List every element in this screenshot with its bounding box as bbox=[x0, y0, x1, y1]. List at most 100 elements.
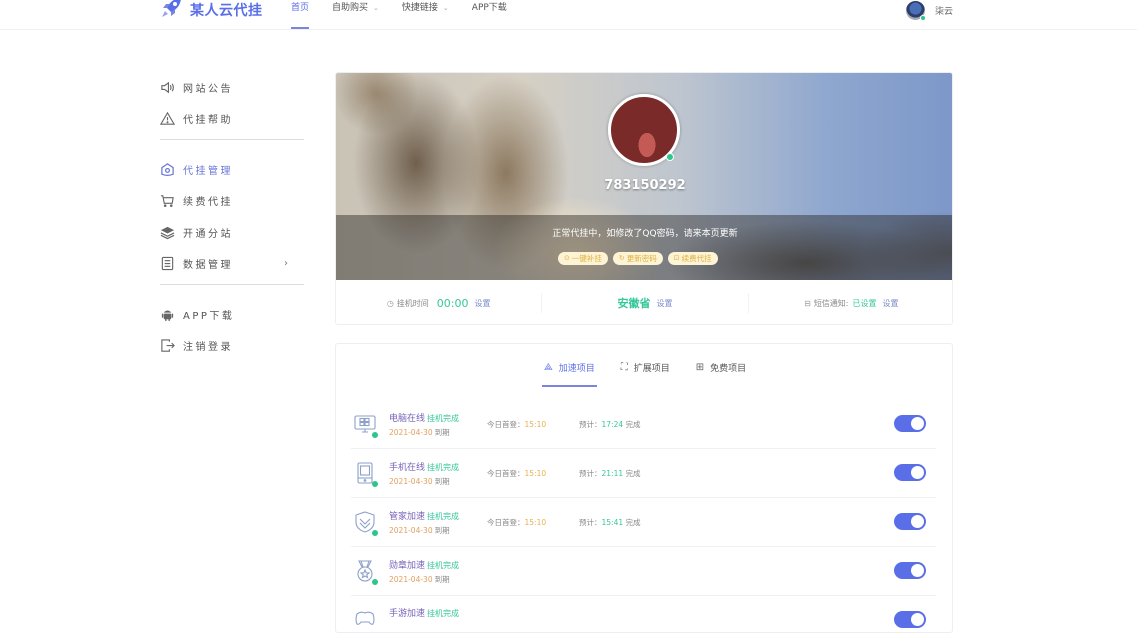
tab-extension[interactable]: ⛶ 扩展项目 bbox=[619, 344, 672, 390]
status-dot bbox=[372, 579, 378, 585]
hang-time-set-link[interactable]: 设置 bbox=[475, 298, 491, 309]
project-expiry: 2021-04-30 到期 bbox=[389, 476, 487, 487]
chevron-down-icon: ⌄ bbox=[373, 4, 379, 12]
project-list: 电脑在线 挂机完成 2021-04-30 到期 今日首登：15:10 预计：17:2… bbox=[351, 400, 936, 632]
expand-icon: ⛶ bbox=[620, 361, 628, 373]
project-row: 电脑在线 挂机完成 2021-04-30 到期 今日首登：15:10 预计：17:2… bbox=[351, 400, 936, 449]
sms-value: 已设置 bbox=[852, 298, 877, 308]
project-tabs: ⟁ 加速项目 ⛶ 扩展项目 ⊞ 免费项目 bbox=[336, 344, 952, 390]
project-status: 挂机完成 bbox=[427, 609, 460, 618]
message-icon: ⊟ bbox=[804, 298, 811, 308]
tab-free[interactable]: ⊞ 免费项目 bbox=[694, 344, 748, 390]
sidebar-item-renew[interactable]: 续费代挂 bbox=[160, 190, 304, 212]
update-password-button[interactable]: ↻ 更新密码 bbox=[612, 252, 663, 265]
project-row: 手机在线 挂机完成 2021-04-30 到期 今日首登：15:10 预计：21:1… bbox=[351, 449, 936, 498]
project-toggle[interactable] bbox=[894, 562, 926, 579]
expiry-date: 2021-04-30 bbox=[389, 525, 433, 535]
refresh-icon: ↻ bbox=[618, 254, 625, 262]
project-name: 手机在线 bbox=[389, 462, 426, 473]
expiry-suffix: 到期 bbox=[434, 525, 450, 535]
eta-time: 21:11 bbox=[601, 468, 624, 478]
sidebar-divider bbox=[160, 284, 304, 285]
sidebar: 网站公告 代挂帮助 代挂管理 续费代挂 开通分站 数据管理 › APP下载 注销… bbox=[160, 76, 304, 366]
eta: 预计：21:11 完成 bbox=[579, 468, 641, 479]
speaker-icon bbox=[160, 80, 175, 95]
nav-app-download[interactable]: APP下载 bbox=[472, 0, 507, 30]
eta-time: 15:41 bbox=[601, 517, 624, 527]
first-login-time: 15:10 bbox=[524, 517, 547, 527]
sidebar-item-data[interactable]: 数据管理 › bbox=[160, 253, 304, 275]
medal-icon bbox=[353, 559, 378, 585]
project-status: 挂机完成 bbox=[427, 462, 460, 472]
sidebar-item-label: 开通分站 bbox=[183, 228, 233, 240]
cart-icon bbox=[160, 193, 175, 208]
sidebar-item-label: 代挂管理 bbox=[183, 165, 233, 177]
sidebar-item-help[interactable]: 代挂帮助 bbox=[160, 108, 304, 130]
project-row: 勋章加速 挂机完成 2021-04-30 到期 bbox=[351, 547, 936, 596]
project-toggle[interactable] bbox=[894, 415, 926, 432]
nav-home[interactable]: 首页 bbox=[291, 0, 310, 30]
project-expiry: 2021-04-30 到期 bbox=[389, 427, 487, 438]
project-toggle[interactable] bbox=[894, 464, 926, 481]
nav-quick-links[interactable]: 快捷链接 ⌄ bbox=[402, 0, 449, 30]
first-login: 今日首登：15:10 bbox=[487, 517, 579, 528]
expiry-suffix: 到期 bbox=[434, 476, 450, 486]
chevron-down-icon: ⌄ bbox=[442, 4, 449, 12]
expiry-date: 2021-04-30 bbox=[389, 574, 433, 584]
sidebar-item-announcement[interactable]: 网站公告 bbox=[160, 76, 304, 98]
project-toggle[interactable] bbox=[894, 513, 926, 530]
project-name: 勋章加速 bbox=[389, 560, 426, 571]
first-login-time: 15:10 bbox=[524, 468, 547, 478]
sidebar-item-label: 网站公告 bbox=[183, 83, 233, 95]
toggle-knob bbox=[911, 564, 924, 577]
nav-quick-links-label: 快捷链接 bbox=[401, 3, 438, 13]
user-name[interactable]: 柒云 bbox=[935, 4, 953, 17]
eta-label: 预计： bbox=[579, 419, 602, 429]
profile-banner: 783150292 正常代挂中，如修改了QQ密码，请来本页更新 ⊙ 一键补挂 ↻ 更… bbox=[336, 73, 952, 280]
sidebar-item-substation[interactable]: 开通分站 bbox=[160, 221, 304, 243]
button-label: 续费代挂 bbox=[681, 254, 712, 263]
toggle-knob bbox=[911, 515, 924, 528]
user-avatar[interactable] bbox=[906, 0, 926, 21]
sidebar-item-label: 注销登录 bbox=[183, 342, 233, 353]
expiry-date: 2021-04-30 bbox=[389, 476, 433, 486]
region-set-link[interactable]: 设置 bbox=[656, 298, 672, 309]
banner-actions: ⊙ 一键补挂 ↻ 更新密码 ⊡ 续费代挂 bbox=[558, 252, 723, 265]
logo-text: 某人云代挂 bbox=[190, 3, 263, 19]
eta: 预计：15:41 完成 bbox=[579, 517, 641, 528]
chevron-right-icon: › bbox=[284, 258, 288, 269]
project-info: 手游加速 挂机完成 bbox=[389, 606, 487, 619]
button-label: 更新密码 bbox=[626, 254, 657, 263]
tab-speedup[interactable]: ⟁ 加速项目 bbox=[541, 344, 597, 390]
renew-button[interactable]: ⊡ 续费代挂 bbox=[667, 252, 718, 265]
nav-self-purchase[interactable]: 自助购买 ⌄ bbox=[332, 0, 379, 30]
profile-card: 783150292 正常代挂中，如修改了QQ密码，请来本页更新 ⊙ 一键补挂 ↻ 更… bbox=[335, 72, 953, 325]
sidebar-item-app-download[interactable]: APP下载 bbox=[160, 303, 304, 325]
project-row: 手游加速 挂机完成 bbox=[351, 596, 936, 632]
project-name: 手游加速 bbox=[389, 609, 426, 619]
tab-label: 免费项目 bbox=[710, 363, 747, 374]
phone-icon bbox=[353, 461, 378, 487]
one-click-rehang-button[interactable]: ⊙ 一键补挂 bbox=[558, 252, 608, 265]
project-title: 管家加速 挂机完成 bbox=[389, 509, 487, 522]
toggle-knob bbox=[911, 417, 924, 430]
sms-set-link[interactable]: 设置 bbox=[883, 298, 899, 309]
sidebar-item-logout[interactable]: 注销登录 bbox=[160, 335, 304, 357]
eta-suffix: 完成 bbox=[625, 419, 641, 429]
hang-time-value: 00:00 bbox=[436, 296, 469, 310]
eta-label: 预计： bbox=[579, 517, 602, 527]
project-status: 挂机完成 bbox=[427, 413, 460, 423]
logout-icon bbox=[160, 338, 175, 353]
eta-suffix: 完成 bbox=[625, 517, 641, 527]
first-login-time: 15:10 bbox=[524, 419, 547, 429]
sidebar-item-manage[interactable]: 代挂管理 bbox=[160, 158, 304, 180]
logo[interactable]: 某人云代挂 bbox=[160, 0, 263, 20]
gift-icon: ⊞ bbox=[695, 361, 705, 373]
sms-label: 短信通知: bbox=[813, 298, 849, 308]
toggle-knob bbox=[911, 613, 924, 626]
top-nav: 首页 自助购买 ⌄ 快捷链接 ⌄ APP下载 bbox=[291, 0, 530, 30]
user-menu[interactable]: 柒云 bbox=[906, 0, 953, 21]
layers-icon bbox=[160, 225, 175, 240]
project-toggle[interactable] bbox=[894, 611, 926, 628]
eta: 预计：17:24 完成 bbox=[579, 419, 641, 430]
